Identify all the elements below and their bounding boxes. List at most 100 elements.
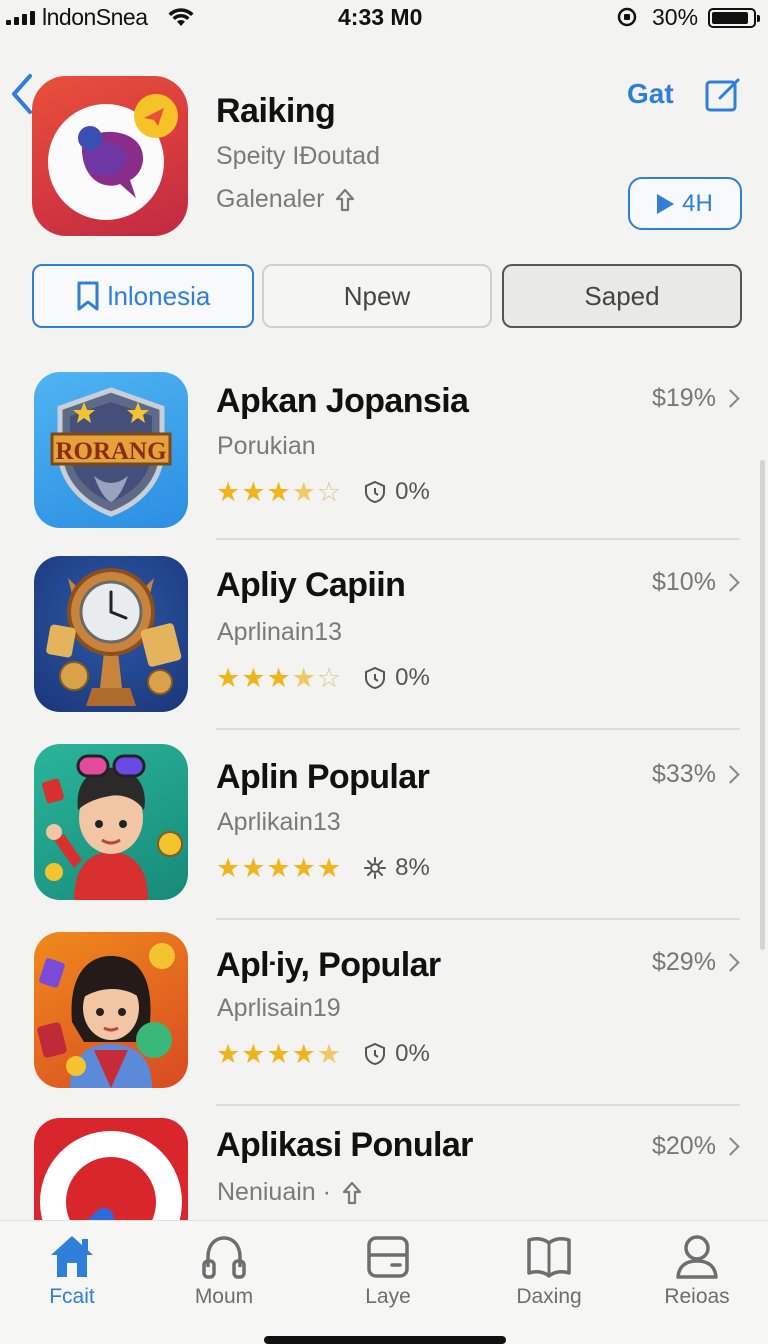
tab-bar-item-home[interactable]: Fcait bbox=[17, 1221, 127, 1321]
tab-bar-label: Reioas bbox=[664, 1285, 730, 1308]
app-subtitle: Aprlisain19 bbox=[217, 994, 341, 1022]
app-price: $20% bbox=[652, 1132, 740, 1161]
clock: 4:33 M0 bbox=[338, 4, 423, 30]
app-icon bbox=[34, 744, 188, 900]
star-icon: ★ bbox=[316, 1038, 342, 1069]
app-subtitle: Aprlinain13 bbox=[217, 618, 343, 646]
gear-icon bbox=[364, 857, 387, 879]
star-icon: ★ bbox=[291, 662, 316, 693]
star-icon: ★ bbox=[266, 476, 291, 507]
star-icon: ★ bbox=[216, 476, 241, 507]
star-icon: ★ bbox=[241, 852, 266, 883]
scrollbar[interactable] bbox=[760, 460, 765, 950]
tab-bar-label: Daxing bbox=[516, 1285, 582, 1308]
star-icon: ★ bbox=[316, 852, 342, 883]
play-icon bbox=[657, 193, 675, 214]
app-title: Aplin Popular bbox=[216, 758, 430, 796]
compose-icon[interactable] bbox=[704, 76, 742, 114]
star-icon: ★ bbox=[291, 476, 316, 507]
carrier-name: lndonSnea bbox=[42, 4, 148, 30]
home-icon bbox=[51, 1236, 93, 1277]
rating-stars: ★ ★ ★ ★ ★ bbox=[216, 852, 342, 883]
app-price: $33% bbox=[652, 760, 740, 789]
battery-percent: 30% bbox=[652, 4, 699, 30]
app-icon bbox=[34, 932, 188, 1088]
star-icon: ★ bbox=[291, 852, 316, 883]
category-label: Galenaler bbox=[216, 185, 325, 213]
app-meta: ★ ★ ★ ★ ☆ 0% bbox=[216, 478, 430, 506]
play-label: 4H bbox=[682, 189, 713, 217]
star-icon: ★ bbox=[216, 852, 241, 883]
list-item[interactable]: Apliy Capiin Aprlinain13 ★ ★ ★ ★ ☆ 0% $10% bbox=[0, 540, 768, 730]
price-label: $19% bbox=[652, 384, 716, 412]
shield-clock-icon bbox=[365, 480, 386, 504]
shield-clock-icon bbox=[365, 666, 386, 690]
price-label: $10% bbox=[652, 568, 716, 596]
app-subtitle: Aprlikain13 bbox=[217, 808, 341, 836]
book-icon bbox=[527, 1237, 571, 1278]
app-icon bbox=[34, 556, 188, 712]
app-subtitle: Porukian bbox=[217, 432, 316, 460]
tab-label: Saped bbox=[584, 280, 660, 311]
headphones-icon bbox=[202, 1236, 246, 1279]
star-icon: ★ bbox=[291, 1038, 316, 1069]
app-meta: ★ ★ ★ ★ ☆ 0% bbox=[216, 664, 430, 692]
tab-indonesia[interactable]: lnlonesia bbox=[32, 264, 254, 328]
rating-stars: ★ ★ ★ ★ ☆ bbox=[216, 662, 342, 693]
tab-saved[interactable]: Saped bbox=[502, 264, 742, 328]
play-button[interactable]: 4H bbox=[628, 177, 742, 230]
chevron-right-icon bbox=[721, 765, 740, 784]
star-icon: ★ bbox=[241, 476, 266, 507]
status-bar: lndonSnea 4:33 M0 30% bbox=[0, 0, 768, 36]
tab-bar-item-reading[interactable]: Daxing bbox=[494, 1221, 604, 1321]
app-category: Galenaler bbox=[216, 185, 356, 214]
tab-bar-item-layer[interactable]: Laye bbox=[333, 1221, 443, 1321]
get-button[interactable]: Gat bbox=[627, 78, 674, 110]
app-title: Apkan Jopansia bbox=[216, 382, 469, 420]
tab-bar: Fcait Moum Laye Daxing Reioas bbox=[0, 1220, 768, 1344]
app-price: $10% bbox=[652, 568, 740, 597]
price-label: $20% bbox=[652, 1132, 716, 1160]
wifi-icon bbox=[168, 8, 194, 26]
star-icon: ★ bbox=[241, 662, 266, 693]
tab-label: Npew bbox=[343, 280, 411, 311]
app-subtitle: Neniuain · bbox=[217, 1178, 363, 1207]
price-label: $29% bbox=[652, 948, 716, 976]
app-price: $29% bbox=[652, 948, 740, 977]
chevron-right-icon bbox=[721, 953, 740, 972]
star-icon: ★ bbox=[266, 852, 291, 883]
app-title: Aplikasi Ponular bbox=[216, 1126, 473, 1164]
tab-bar-label: Moum bbox=[194, 1285, 254, 1308]
orientation-lock-icon bbox=[617, 7, 637, 27]
person-icon bbox=[676, 1235, 718, 1279]
chevron-right-icon bbox=[721, 573, 740, 592]
rating-stars: ★ ★ ★ ★ ★ bbox=[216, 1038, 342, 1069]
star-icon: ☆ bbox=[316, 662, 342, 693]
app-meta-value: 0% bbox=[395, 664, 430, 691]
calendar-icon bbox=[367, 1236, 409, 1278]
list-item[interactable]: RORANG Apkan Jopansia Porukian ★ ★ ★ ★ ☆ 0% … bbox=[0, 352, 768, 540]
app-icon bbox=[32, 76, 188, 236]
app-meta-value: 8% bbox=[395, 854, 430, 881]
list-item[interactable]: Apŀiy, Popular Aprlisain19 ★ ★ ★ ★ ★ 0% $29% bbox=[0, 918, 768, 1106]
home-indicator[interactable] bbox=[264, 1336, 506, 1344]
tab-new[interactable]: Npew bbox=[262, 264, 492, 328]
tab-bar-item-music[interactable]: Moum bbox=[169, 1221, 279, 1321]
star-icon: ★ bbox=[266, 1038, 291, 1069]
app-subtitle: Speity IĐoutad bbox=[216, 142, 380, 170]
app-title: Apŀiy, Popular bbox=[216, 946, 441, 984]
chevron-right-icon bbox=[721, 389, 740, 408]
price-label: $33% bbox=[652, 760, 716, 788]
subtitle-text: Neniuain · bbox=[217, 1178, 331, 1206]
app-meta: ★ ★ ★ ★ ★ 0% bbox=[216, 1040, 430, 1068]
star-icon: ★ bbox=[241, 1038, 266, 1069]
tab-bar-item-profile[interactable]: Reioas bbox=[642, 1221, 752, 1321]
tab-bar-label: Laye bbox=[365, 1285, 411, 1308]
list-item[interactable]: Aplin Popular Aprlikain13 ★ ★ ★ ★ ★ 8% $33% bbox=[0, 730, 768, 920]
share-icon[interactable] bbox=[334, 188, 356, 212]
battery-icon bbox=[708, 8, 760, 28]
app-meta-value: 0% bbox=[395, 1040, 430, 1067]
app-title: Apliy Capiin bbox=[216, 566, 406, 604]
app-icon: RORANG bbox=[34, 372, 188, 528]
signal-icon bbox=[6, 11, 35, 25]
